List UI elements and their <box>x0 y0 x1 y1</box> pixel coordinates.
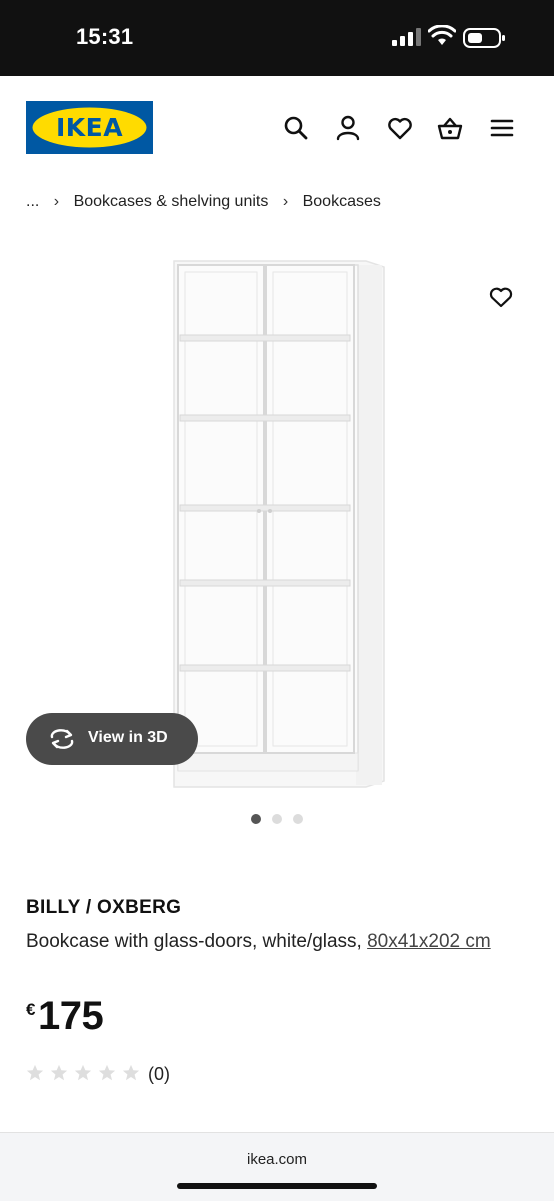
menu-button[interactable] <box>488 114 516 142</box>
breadcrumb-item[interactable]: Bookcases & shelving units <box>74 193 269 211</box>
rotate-3d-icon <box>50 729 74 749</box>
breadcrumb-ellipsis[interactable]: ... <box>26 193 39 211</box>
product-name: BILLY / OXBERG <box>26 897 182 918</box>
browser-address-bar[interactable]: ikea.com <box>0 1132 554 1201</box>
star-empty-icon <box>26 1064 44 1081</box>
carousel-dot-active[interactable] <box>251 814 261 824</box>
view-in-3d-button[interactable]: View in 3D <box>26 713 198 765</box>
chevron-right-icon: › <box>53 193 60 210</box>
star-empty-icon <box>98 1064 116 1081</box>
product-description: Bookcase with glass-doors, white/glass, … <box>26 926 526 957</box>
breadcrumb-item[interactable]: Bookcases <box>303 193 381 211</box>
star-empty-icon <box>74 1064 92 1081</box>
shopping-bag-icon <box>437 117 463 140</box>
profile-button[interactable] <box>334 114 362 142</box>
heart-icon <box>489 287 513 308</box>
chevron-right-icon: › <box>282 193 289 210</box>
carousel-dot[interactable] <box>272 814 282 824</box>
breadcrumb: ... › Bookcases & shelving units › Bookc… <box>26 193 381 211</box>
cart-button[interactable] <box>436 114 464 142</box>
battery-icon <box>463 28 505 48</box>
profile-icon <box>336 115 360 141</box>
url-text[interactable]: ikea.com <box>0 1151 554 1168</box>
status-time: 15:31 <box>76 24 134 49</box>
home-indicator[interactable] <box>177 1183 377 1189</box>
wifi-icon <box>428 25 456 45</box>
wishlist-button[interactable] <box>386 114 414 142</box>
search-button[interactable] <box>282 114 310 142</box>
review-count: (0) <box>148 1064 170 1084</box>
cellular-signal-icon <box>392 28 421 46</box>
carousel-dot[interactable] <box>293 814 303 824</box>
star-empty-icon <box>122 1064 140 1081</box>
logo-text: IKEA <box>55 113 124 142</box>
price-amount: 175 <box>38 994 104 1038</box>
product-image[interactable] <box>166 255 388 789</box>
search-icon <box>284 116 308 140</box>
add-to-wishlist-button[interactable] <box>488 284 514 310</box>
ikea-logo[interactable]: IKEA <box>26 101 153 154</box>
product-description-text: Bookcase with glass-doors, white/glass, <box>26 931 362 952</box>
price-currency: € <box>26 1000 36 1019</box>
status-bar: 15:31 <box>0 0 554 76</box>
product-dimensions-link[interactable]: 80x41x202 cm <box>367 931 491 952</box>
menu-icon <box>490 119 514 137</box>
star-empty-icon <box>50 1064 68 1081</box>
view-in-3d-label: View in 3D <box>88 729 168 746</box>
wishlist-heart-icon <box>388 117 412 140</box>
